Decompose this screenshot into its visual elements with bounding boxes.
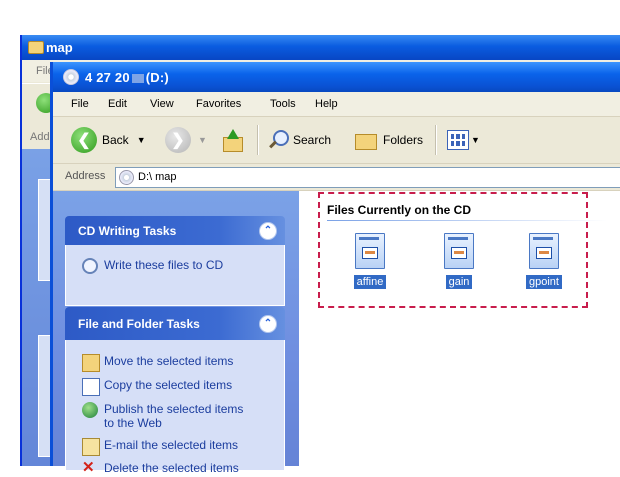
back-arrow-icon: ❮: [71, 127, 97, 153]
background-window-title: map: [46, 40, 73, 55]
background-address-label: Add: [30, 131, 50, 143]
search-icon: [267, 129, 289, 151]
search-button[interactable]: Search: [267, 126, 331, 154]
menu-bar: File Edit View Favorites Tools Help: [53, 92, 620, 117]
menu-favorites[interactable]: Favorites: [196, 98, 241, 110]
back-label: Back: [102, 133, 129, 147]
publish-selected-link-line2[interactable]: to the Web: [104, 416, 162, 430]
move-selected-link[interactable]: Move the selected items: [104, 354, 233, 368]
write-cd-icon: [82, 258, 98, 274]
file-folder-tasks-panel: File and Folder Tasks ⌃ Move the selecte…: [65, 307, 285, 475]
back-dropdown-icon[interactable]: ▼: [137, 135, 146, 145]
forward-arrow-icon: ❯: [165, 127, 191, 153]
redacted-block: [131, 74, 144, 84]
cd-drive-icon: [119, 170, 134, 185]
cd-writing-tasks-header[interactable]: CD Writing Tasks ⌃: [65, 216, 285, 245]
email-selected-link[interactable]: E-mail the selected items: [104, 438, 238, 452]
title-bar[interactable]: 4 27 20 (D:): [53, 62, 620, 92]
toolbar-separator: [257, 125, 259, 155]
window-title-suffix: (D:): [145, 70, 169, 85]
window-title: 4 27 20 (D:): [85, 70, 169, 85]
menu-file[interactable]: File: [71, 98, 89, 110]
cd-drive-icon: [63, 69, 79, 85]
menu-tools[interactable]: Tools: [270, 98, 296, 110]
publish-web-icon: [82, 402, 98, 418]
menu-edit[interactable]: Edit: [108, 98, 127, 110]
up-folder-icon: [221, 129, 243, 152]
search-label: Search: [293, 133, 332, 147]
folder-icon: [28, 41, 44, 54]
move-icon: [82, 354, 100, 372]
folders-icon: [355, 131, 377, 150]
file-folder-tasks-title: File and Folder Tasks: [78, 317, 200, 331]
copy-selected-link[interactable]: Copy the selected items: [104, 378, 232, 392]
toolbar-separator: [435, 125, 437, 155]
file-folder-tasks-header[interactable]: File and Folder Tasks ⌃: [65, 307, 285, 340]
menu-help[interactable]: Help: [315, 98, 338, 110]
publish-selected-link[interactable]: Publish the selected items: [104, 402, 243, 416]
back-button[interactable]: ❮ Back ▼: [71, 126, 146, 154]
address-bar: Address D:\ map: [53, 164, 620, 191]
collapse-chevron-icon[interactable]: ⌃: [259, 222, 277, 240]
file-folder-tasks-body: Move the selected items Copy the selecte…: [65, 340, 285, 475]
window-title-prefix: 4 27 20: [85, 70, 130, 85]
forward-button[interactable]: ❯ ▼: [165, 126, 207, 154]
views-icon: [447, 130, 469, 150]
folders-label: Folders: [383, 133, 424, 147]
copy-icon: [82, 378, 100, 396]
cd-writing-tasks-title: CD Writing Tasks: [78, 224, 177, 238]
highlight-dashed-frame: [318, 192, 588, 308]
email-icon: [82, 438, 100, 456]
forward-dropdown-icon[interactable]: ▼: [198, 135, 207, 145]
address-field[interactable]: D:\ map: [115, 167, 620, 188]
collapse-chevron-icon[interactable]: ⌃: [259, 315, 277, 333]
menu-view[interactable]: View: [150, 98, 174, 110]
background-title-bar[interactable]: map: [22, 35, 620, 60]
views-button[interactable]: ▼: [447, 126, 480, 154]
address-label: Address: [65, 170, 106, 182]
delete-selected-link[interactable]: Delete the selected items: [104, 461, 239, 475]
folders-button[interactable]: Folders: [355, 126, 423, 154]
task-pane: CD Writing Tasks ⌃ Write these files to …: [53, 191, 299, 475]
cd-writing-tasks-body: Write these files to CD: [65, 245, 285, 306]
views-dropdown-icon[interactable]: ▼: [471, 135, 480, 145]
toolbar: ❮ Back ▼ ❯ ▼ Search Folders ▼: [53, 117, 620, 164]
delete-icon: ✕: [82, 459, 95, 476]
up-button[interactable]: [221, 126, 243, 154]
address-value: D:\ map: [138, 171, 177, 183]
write-files-to-cd-link[interactable]: Write these files to CD: [104, 258, 223, 272]
cd-writing-tasks-panel: CD Writing Tasks ⌃ Write these files to …: [65, 216, 285, 306]
